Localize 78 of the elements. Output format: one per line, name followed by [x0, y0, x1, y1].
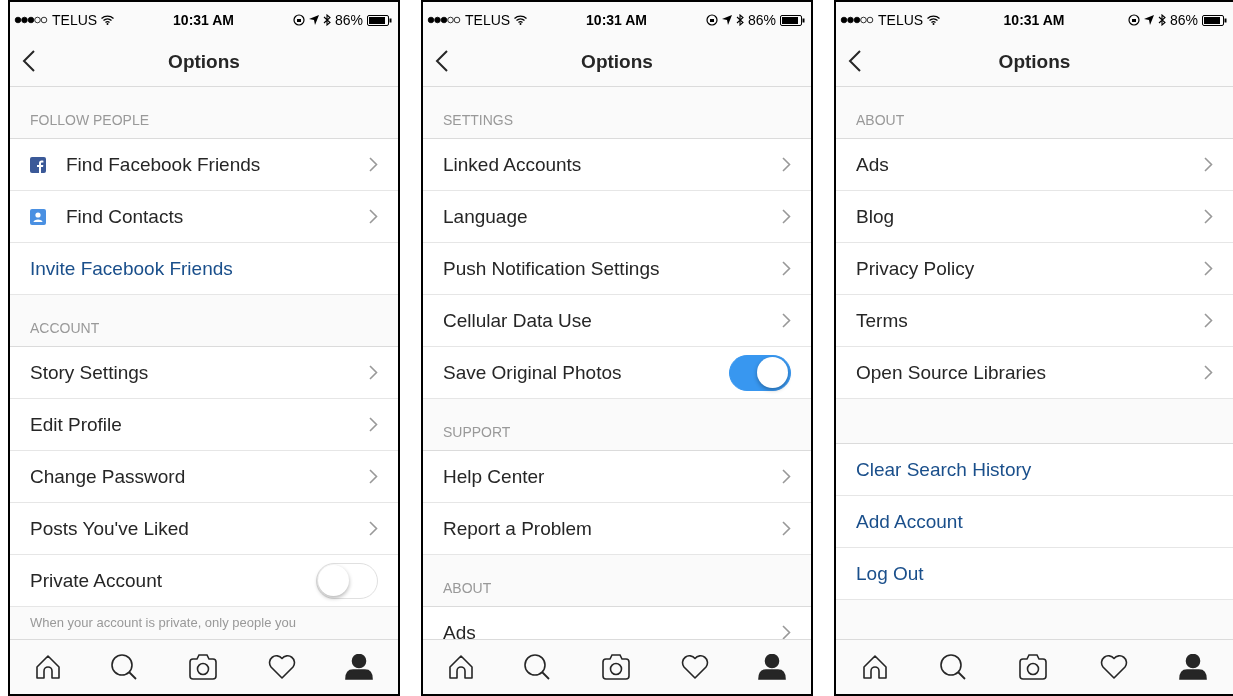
- chevron-right-icon: [782, 157, 791, 172]
- battery-percent: 86%: [1169, 12, 1198, 28]
- back-button[interactable]: [848, 50, 862, 72]
- battery-icon: [1202, 14, 1227, 26]
- profile-tab[interactable]: [1179, 654, 1208, 680]
- chevron-right-icon: [369, 209, 378, 224]
- chevron-right-icon: [1204, 365, 1213, 380]
- chevron-right-icon: [1204, 157, 1213, 172]
- carrier-name: TELUS: [878, 12, 924, 28]
- carrier-name: TELUS: [52, 12, 98, 28]
- location-arrow-icon: [1143, 15, 1154, 25]
- screen-title: Options: [168, 51, 240, 73]
- location-arrow-icon: [308, 15, 319, 25]
- battery-percent: 86%: [747, 12, 776, 28]
- chevron-right-icon: [369, 417, 378, 432]
- wifi-icon: [514, 15, 528, 25]
- back-button[interactable]: [22, 50, 36, 72]
- rotation-lock-icon: [292, 14, 305, 26]
- chevron-right-icon: [369, 157, 378, 172]
- section-header: ACCOUNT: [30, 320, 100, 336]
- section-header: FOLLOW PEOPLE: [30, 112, 150, 128]
- home-tab[interactable]: [447, 654, 474, 680]
- chevron-right-icon: [782, 261, 791, 276]
- chevron-right-icon: [782, 313, 791, 328]
- rotation-lock-icon: [1127, 14, 1140, 26]
- section-header: SUPPORT: [443, 424, 511, 440]
- row-label: Save Original Photos: [443, 361, 623, 384]
- camera-tab[interactable]: [601, 654, 631, 680]
- screen-title: Options: [998, 51, 1071, 73]
- search-tab[interactable]: [939, 653, 968, 681]
- bluetooth-icon: [1157, 14, 1166, 26]
- camera-tab[interactable]: [188, 654, 218, 680]
- status-time: 10:31 AM: [586, 12, 647, 28]
- battery-icon: [780, 14, 805, 26]
- screen-title: Options: [581, 51, 653, 73]
- profile-tab[interactable]: [758, 654, 787, 680]
- wifi-icon: [927, 15, 941, 25]
- back-button[interactable]: [435, 50, 449, 72]
- search-tab[interactable]: [523, 653, 552, 681]
- chevron-right-icon: [1204, 261, 1213, 276]
- contact-card-icon: [30, 208, 46, 225]
- battery-icon: [367, 14, 392, 26]
- chevron-right-icon: [369, 469, 378, 484]
- chevron-right-icon: [782, 625, 791, 639]
- hint-text: When your account is private, only people you: [10, 607, 398, 638]
- row-label: Private Account: [30, 569, 164, 592]
- heart-tab[interactable]: [680, 655, 709, 679]
- home-tab[interactable]: [861, 654, 888, 680]
- chevron-right-icon: [782, 209, 791, 224]
- wifi-icon: [101, 15, 115, 25]
- chevron-right-icon: [1204, 209, 1213, 224]
- section-header: SETTINGS: [443, 112, 513, 128]
- heart-tab[interactable]: [1099, 655, 1128, 679]
- section-header: ABOUT: [443, 580, 492, 596]
- chevron-right-icon: [782, 469, 791, 484]
- home-tab[interactable]: [34, 654, 61, 680]
- bluetooth-icon: [735, 14, 744, 26]
- status-time: 10:31 AM: [1003, 12, 1065, 28]
- status-time: 10:31 AM: [173, 12, 234, 28]
- carrier-name: TELUS: [465, 12, 511, 28]
- f-badge-icon: [30, 156, 46, 173]
- heart-tab[interactable]: [267, 655, 296, 679]
- signal-icon: [14, 16, 48, 24]
- rotation-lock-icon: [705, 14, 718, 26]
- signal-icon: [427, 16, 461, 24]
- toggle-switch[interactable]: [729, 354, 791, 391]
- section-header: ABOUT: [856, 112, 905, 128]
- battery-percent: 86%: [334, 12, 363, 28]
- bluetooth-icon: [322, 14, 331, 26]
- search-tab[interactable]: [110, 653, 139, 681]
- chevron-right-icon: [369, 521, 378, 536]
- chevron-right-icon: [782, 521, 791, 536]
- chevron-right-icon: [1204, 313, 1213, 328]
- signal-icon: [840, 16, 874, 24]
- profile-tab[interactable]: [345, 654, 374, 680]
- camera-tab[interactable]: [1018, 654, 1049, 680]
- location-arrow-icon: [721, 15, 732, 25]
- chevron-right-icon: [369, 365, 378, 380]
